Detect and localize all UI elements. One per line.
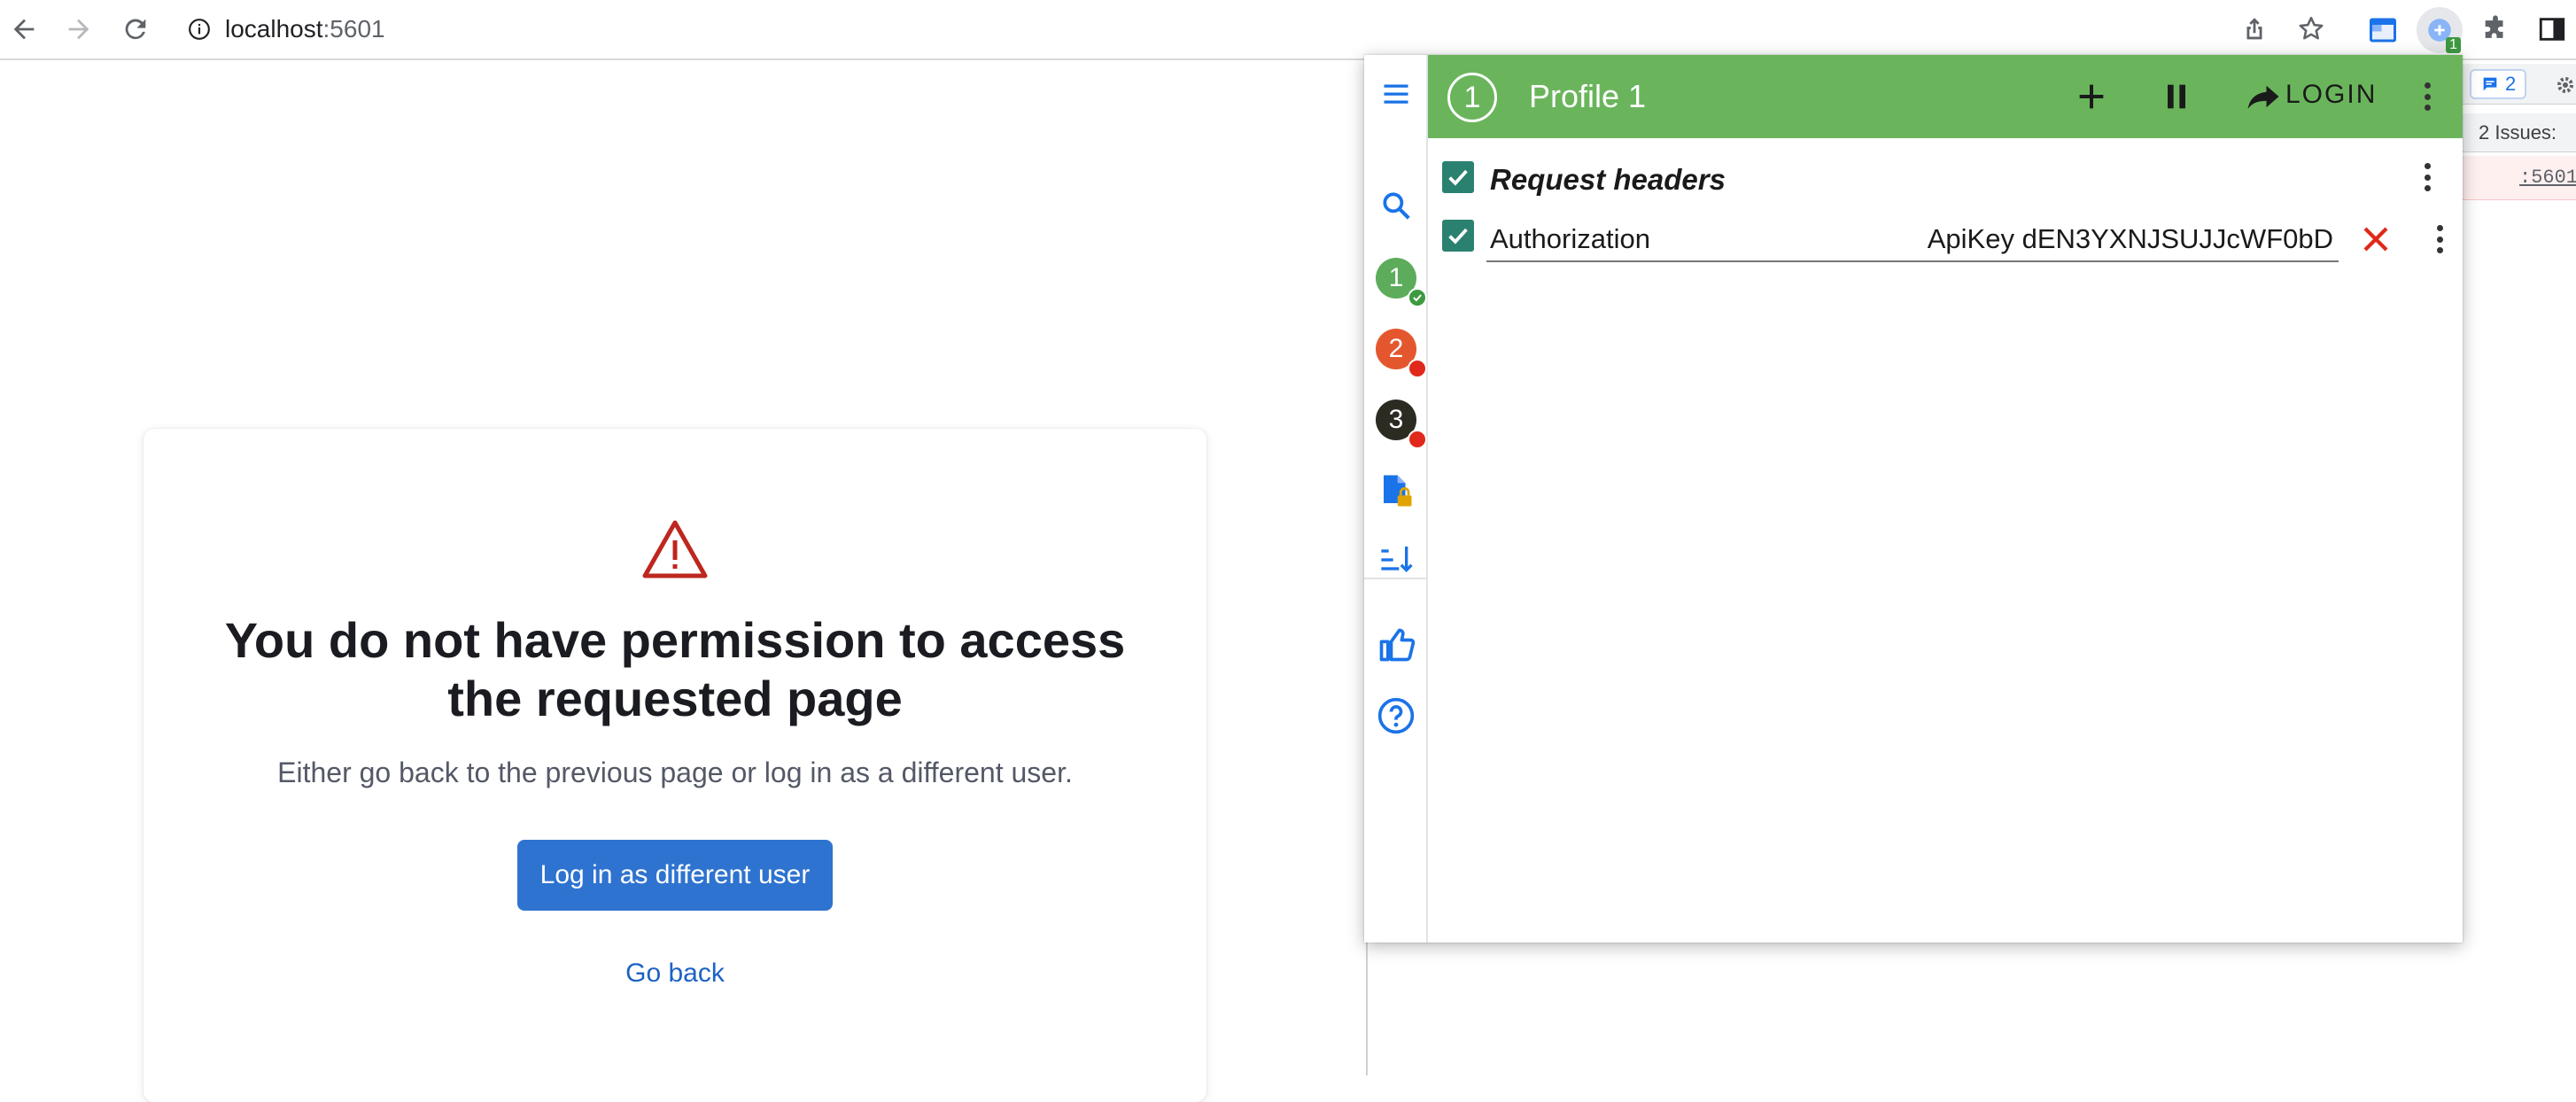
- error-dot-icon: [1408, 359, 1427, 378]
- extensions-puzzle-icon[interactable]: [2475, 9, 2516, 50]
- profile-number-badge[interactable]: 1: [1447, 73, 1497, 122]
- header-row: Authorization ApiKey dEN3YXNJSUJJcWF0bD: [1428, 211, 2463, 268]
- row-more-icon[interactable]: [2431, 220, 2448, 259]
- profile-1-item[interactable]: 1: [1369, 252, 1427, 307]
- window-extension-icon[interactable]: [2360, 7, 2406, 53]
- profile-1-avatar: 1: [1376, 258, 1427, 307]
- reload-icon[interactable]: [115, 9, 156, 50]
- permission-error-card: You do not have permission to access the…: [144, 429, 1207, 1102]
- url-host: localhost: [225, 15, 323, 43]
- header-enabled-checkbox[interactable]: [1442, 220, 1474, 252]
- section-more-icon[interactable]: [2418, 158, 2436, 197]
- extension-popup: 1 2 3 1 Profile 1 LOGIN Request headers …: [1364, 55, 2463, 943]
- page-title: You do not have permission to access the…: [224, 612, 1126, 726]
- modheader-extension-icon[interactable]: 1: [2417, 7, 2463, 53]
- address-bar[interactable]: localhost:5601: [188, 5, 385, 53]
- url-port: :5601: [322, 15, 385, 43]
- side-panel-icon[interactable]: [2532, 9, 2572, 50]
- error-dot-icon: [1408, 430, 1427, 449]
- login-button[interactable]: LOGIN: [2285, 80, 2377, 110]
- check-icon: [1448, 228, 1468, 244]
- profile-title[interactable]: Profile 1: [1529, 78, 1646, 115]
- more-vert-icon[interactable]: [2418, 77, 2436, 116]
- popup-rail: 1 2 3: [1364, 55, 1428, 943]
- gear-icon[interactable]: [2555, 74, 2576, 96]
- profile-2-item[interactable]: 2: [1369, 322, 1427, 378]
- back-icon[interactable]: [4, 9, 44, 50]
- profile-header: 1 Profile 1 LOGIN: [1428, 55, 2463, 138]
- profile-2-label: 2: [1388, 334, 1404, 363]
- issues-label: 2 Issues:: [2479, 120, 2557, 144]
- message-icon: [2483, 77, 2497, 91]
- login-as-different-user-button[interactable]: Log in as different user: [517, 840, 833, 911]
- check-icon: [1448, 169, 1468, 186]
- header-name-field[interactable]: Authorization: [1490, 223, 1650, 255]
- go-back-link[interactable]: Go back: [586, 958, 764, 989]
- profile-2-avatar: 2: [1376, 329, 1427, 378]
- header-value-field[interactable]: ApiKey dEN3YXNJSUJJcWF0bD: [1871, 223, 2333, 255]
- field-underline: [1486, 260, 2339, 262]
- pause-icon[interactable]: [2151, 71, 2202, 122]
- request-headers-section: Request headers: [1428, 151, 2463, 204]
- close-icon[interactable]: [2360, 223, 2392, 255]
- profile-3-item[interactable]: 3: [1369, 393, 1427, 449]
- locked-file-icon[interactable]: [1369, 464, 1423, 517]
- menu-icon[interactable]: [1369, 67, 1423, 120]
- profile-1-label: 1: [1388, 263, 1404, 292]
- share-icon[interactable]: [2234, 9, 2275, 50]
- page-subtitle: Either go back to the previous page or l…: [277, 757, 1073, 788]
- extension-badge: 1: [2446, 37, 2461, 53]
- profile-3-label: 3: [1388, 405, 1404, 434]
- share-arrow-icon[interactable]: [2238, 71, 2289, 122]
- search-icon[interactable]: [1369, 179, 1423, 232]
- thumbs-up-icon[interactable]: [1369, 618, 1423, 671]
- bookmark-star-icon[interactable]: [2291, 9, 2332, 50]
- browser-toolbar: localhost:5601 1: [0, 0, 2576, 60]
- section-checkbox[interactable]: [1442, 161, 1474, 193]
- rail-divider: [1364, 578, 1428, 579]
- check-icon: [1408, 288, 1427, 307]
- info-icon[interactable]: [188, 18, 211, 41]
- add-icon[interactable]: [2066, 71, 2117, 122]
- warning-icon: [642, 520, 708, 578]
- issues-row[interactable]: 2 Issues:: [2463, 113, 2576, 152]
- issues-badge-count: 2: [2505, 73, 2517, 95]
- forward-icon[interactable]: [58, 9, 99, 50]
- section-title: Request headers: [1490, 163, 1726, 196]
- profile-3-avatar: 3: [1376, 400, 1427, 449]
- help-icon[interactable]: [1369, 689, 1423, 742]
- issues-badge[interactable]: 2: [2470, 69, 2527, 99]
- console-error-link[interactable]: :5601: [2519, 167, 2576, 189]
